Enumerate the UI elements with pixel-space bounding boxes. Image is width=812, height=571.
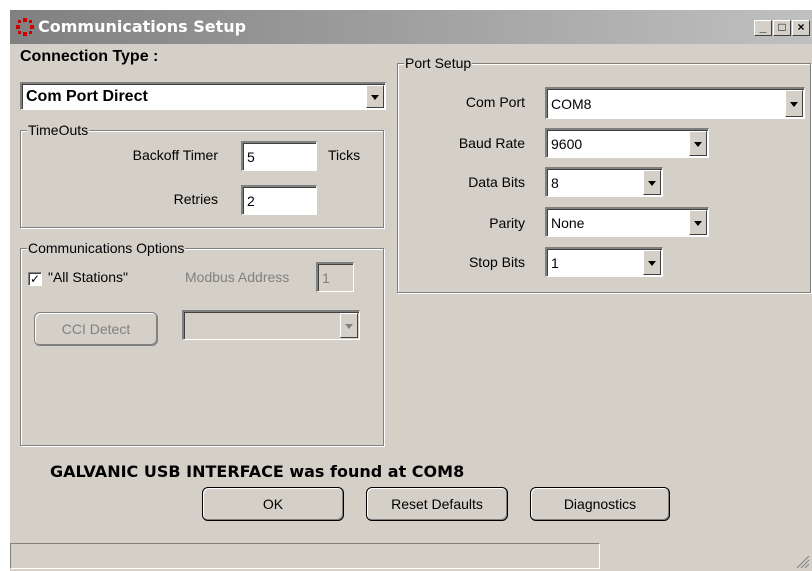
modbus-address-label: Modbus Address <box>185 269 290 285</box>
title-bar[interactable]: Communications Setup _ □ × <box>10 10 812 44</box>
data-bits-select[interactable]: 8 <box>545 167 663 197</box>
chevron-down-icon[interactable] <box>643 170 661 195</box>
chevron-down-icon[interactable] <box>689 210 707 235</box>
port-setup-legend: Port Setup <box>404 55 473 71</box>
chevron-down-icon[interactable] <box>785 90 803 117</box>
chevron-down-icon[interactable] <box>643 250 661 275</box>
communications-setup-window: Communications Setup _ □ × Connection Ty… <box>10 10 812 571</box>
cci-detect-button[interactable]: CCI Detect <box>34 312 158 346</box>
communications-options-legend: Communications Options <box>27 240 186 256</box>
retries-value: 2 <box>247 192 255 209</box>
modbus-address-input[interactable]: 1 <box>316 262 354 292</box>
all-stations-checkbox[interactable]: ✓ <box>28 272 42 286</box>
ok-button[interactable]: OK <box>202 487 344 521</box>
com-port-label: Com Port <box>465 94 525 110</box>
baud-rate-select[interactable]: 9600 <box>545 128 709 158</box>
all-stations-label: "All Stations" <box>48 269 128 285</box>
parity-select[interactable]: None <box>545 207 709 237</box>
connection-type-value: Com Port Direct <box>26 87 148 105</box>
close-icon[interactable]: × <box>792 20 810 36</box>
parity-label: Parity <box>489 215 525 231</box>
stop-bits-select[interactable]: 1 <box>545 247 663 277</box>
diagnostics-button[interactable]: Diagnostics <box>530 487 670 521</box>
retries-input[interactable]: 2 <box>241 185 317 215</box>
status-bar <box>10 543 600 569</box>
cci-port-select[interactable] <box>182 310 360 340</box>
data-bits-value: 8 <box>551 174 559 191</box>
com-port-value: COM8 <box>551 95 592 112</box>
status-message: GALVANIC USB INTERFACE was found at COM8 <box>50 462 465 481</box>
maximize-icon[interactable]: □ <box>773 20 791 36</box>
timeouts-group: TimeOuts <box>20 122 384 228</box>
connection-type-select[interactable]: Com Port Direct <box>20 82 386 110</box>
chevron-down-icon[interactable] <box>366 85 384 108</box>
backoff-timer-input[interactable]: 5 <box>241 141 317 171</box>
baud-rate-value: 9600 <box>551 135 583 152</box>
stop-bits-label: Stop Bits <box>468 254 525 270</box>
connection-type-label: Connection Type : <box>20 48 159 65</box>
window-title: Communications Setup <box>38 17 247 36</box>
minimize-icon[interactable]: _ <box>754 20 772 36</box>
timeouts-legend: TimeOuts <box>27 122 90 138</box>
resize-grip-icon[interactable] <box>796 555 810 569</box>
reset-defaults-button[interactable]: Reset Defaults <box>366 487 508 521</box>
com-port-select[interactable]: COM8 <box>545 87 805 119</box>
app-gear-icon <box>16 18 34 36</box>
modbus-address-value: 1 <box>322 269 330 286</box>
chevron-down-icon[interactable] <box>689 131 707 156</box>
stop-bits-value: 1 <box>551 254 559 271</box>
baud-rate-label: Baud Rate <box>458 135 525 151</box>
retries-label: Retries <box>173 191 218 207</box>
ticks-label: Ticks <box>328 147 361 163</box>
backoff-timer-value: 5 <box>247 148 255 165</box>
parity-value: None <box>551 214 585 231</box>
data-bits-label: Data Bits <box>468 174 525 190</box>
backoff-timer-label: Backoff Timer <box>132 147 218 163</box>
chevron-down-icon[interactable] <box>340 313 358 338</box>
